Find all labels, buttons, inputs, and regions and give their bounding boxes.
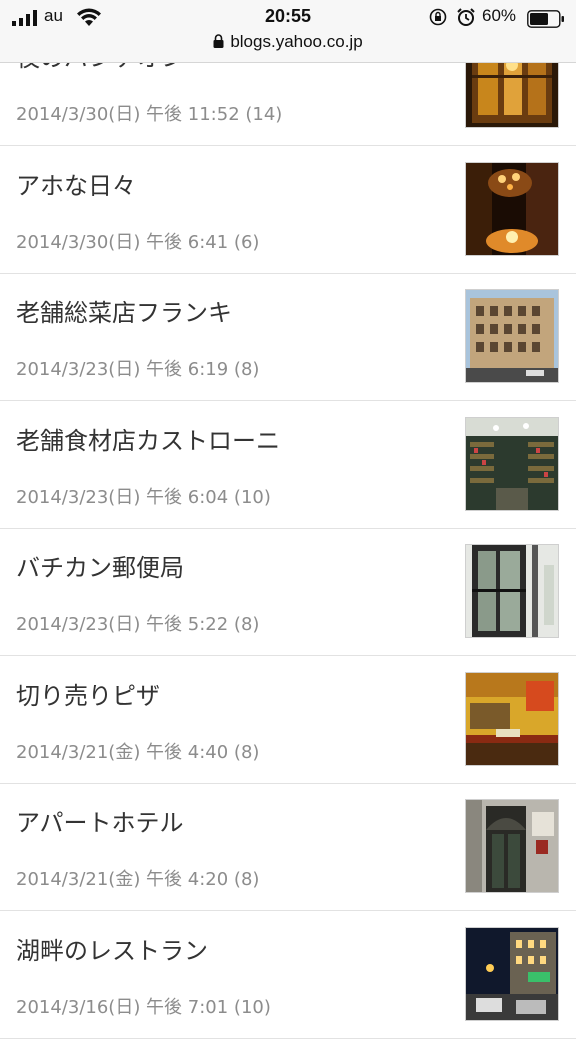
post-thumbnail[interactable] xyxy=(465,672,559,766)
list-item[interactable]: アパートホテル 2014/3/21(金) 午後 4:20 (8) xyxy=(0,783,576,911)
post-title[interactable]: アパートホテル xyxy=(16,803,184,838)
post-thumbnail[interactable] xyxy=(465,799,559,893)
post-date: 2014/3/21(金) 午後 4:20 (8) xyxy=(16,869,260,890)
list-item[interactable]: 老舗総菜店フランキ 2014/3/23(日) 午後 6:19 (8) xyxy=(0,273,576,401)
post-date: 2014/3/23(日) 午後 5:22 (8) xyxy=(16,614,260,635)
status-bar: au 20:55 60% blogs.yahoo.co.jp xyxy=(0,0,576,63)
post-thumbnail[interactable] xyxy=(465,417,559,511)
post-title[interactable]: 切り売りピザ xyxy=(16,676,160,711)
battery-icon xyxy=(527,10,564,28)
post-date: 2014/3/16(日) 午後 7:01 (10) xyxy=(16,997,271,1018)
post-date: 2014/3/30(日) 午後 6:41 (6) xyxy=(16,232,260,253)
battery-percent: 60% xyxy=(482,6,517,25)
orientation-lock-icon xyxy=(429,8,447,26)
post-date: 2014/3/23(日) 午後 6:19 (8) xyxy=(16,359,260,380)
list-item[interactable]: 切り売りピザ 2014/3/21(金) 午後 4:40 (8) xyxy=(0,656,576,784)
post-thumbnail[interactable] xyxy=(465,927,559,1021)
list-item[interactable]: 湖畔のレストラン 2014/3/16(日) 午後 7:01 (10) xyxy=(0,911,576,1039)
post-title[interactable]: 老舗食材店カストローニ xyxy=(16,421,280,456)
post-title[interactable]: バチカン郵便局 xyxy=(16,548,184,583)
post-date: 2014/3/30(日) 午後 11:52 (14) xyxy=(16,104,283,125)
post-title[interactable]: アホな日々 xyxy=(16,166,136,201)
post-title[interactable]: 湖畔のレストラン xyxy=(16,931,208,966)
page-url: blogs.yahoo.co.jp xyxy=(230,32,363,51)
address-bar[interactable]: blogs.yahoo.co.jp xyxy=(0,30,576,54)
list-item[interactable]: 老舗食材店カストローニ 2014/3/23(日) 午後 6:04 (10) xyxy=(0,401,576,529)
list-item[interactable]: バチカン郵便局 2014/3/23(日) 午後 5:22 (8) xyxy=(0,528,576,656)
post-title[interactable]: 老舗総菜店フランキ xyxy=(16,293,232,328)
post-date: 2014/3/23(日) 午後 6:04 (10) xyxy=(16,487,271,508)
post-date: 2014/3/21(金) 午後 4:40 (8) xyxy=(16,742,260,763)
post-thumbnail[interactable] xyxy=(465,544,559,638)
post-thumbnail[interactable] xyxy=(465,162,559,256)
lock-icon xyxy=(213,34,224,48)
list-item[interactable]: アホな日々 2014/3/30(日) 午後 6:41 (6) xyxy=(0,146,576,274)
alarm-icon xyxy=(457,8,475,26)
post-thumbnail[interactable] xyxy=(465,289,559,383)
